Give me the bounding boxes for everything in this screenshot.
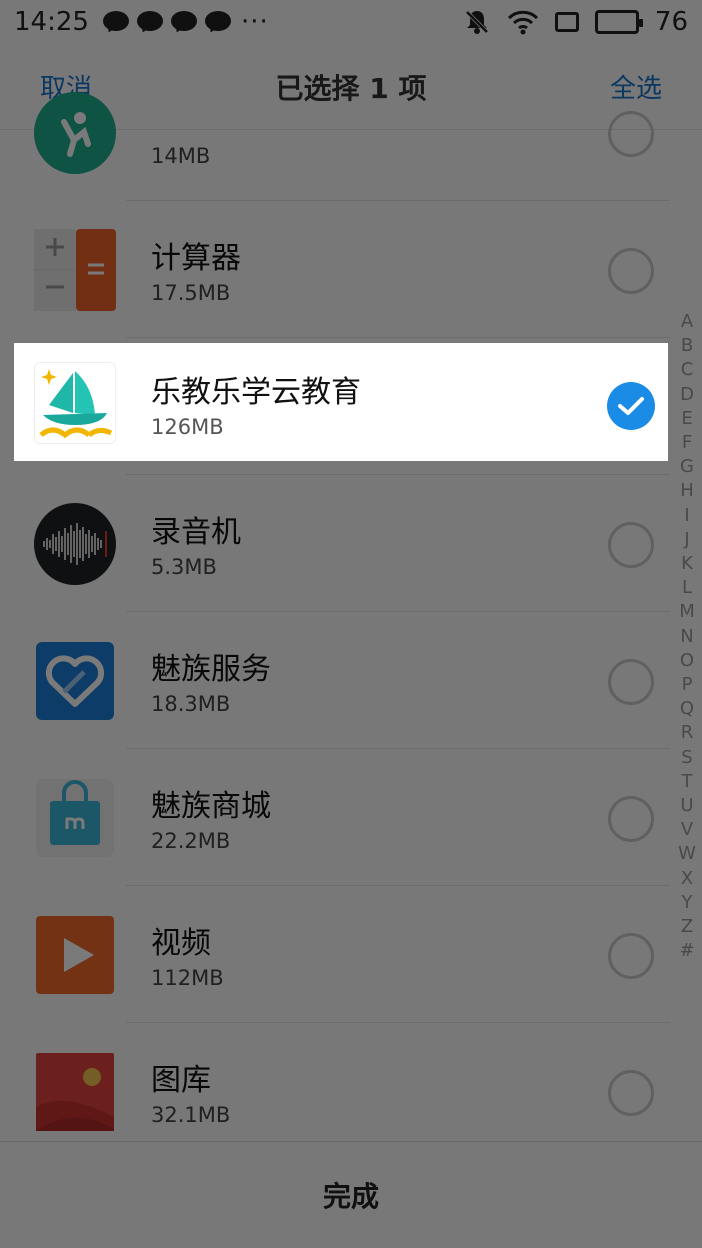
wifi-icon <box>507 9 539 35</box>
alphabet-letter[interactable]: U <box>680 794 693 818</box>
app-list-item[interactable]: 魅族商城 22.2MB <box>0 749 702 886</box>
bottom-bar: 完成 <box>0 1141 702 1248</box>
alphabet-letter[interactable]: Q <box>680 697 694 721</box>
more-notifications-icon: ··· <box>240 7 269 37</box>
alphabet-letter[interactable]: I <box>684 504 689 528</box>
alphabet-index[interactable]: A B C D E F G H I J K L M N O P Q R S T U V W X Y Z # <box>676 310 698 963</box>
alphabet-letter[interactable]: R <box>681 721 694 745</box>
app-list-item[interactable]: 视频 112MB <box>0 886 702 1023</box>
alphabet-letter[interactable]: X <box>681 867 693 891</box>
app-list-item[interactable]: 计算器 17.5MB <box>0 201 702 338</box>
app-name: 计算器 <box>151 241 241 276</box>
play-icon <box>34 914 116 996</box>
app-list-item[interactable]: 14MB <box>0 64 702 201</box>
app-list-item[interactable]: 魅族服务 18.3MB <box>0 612 702 749</box>
heart-icon <box>34 640 116 722</box>
recorder-icon <box>34 503 116 585</box>
status-bar: 14:25 ··· 76 <box>0 0 702 44</box>
app-size: 32.1MB <box>151 1103 231 1127</box>
alphabet-letter[interactable]: P <box>682 673 693 697</box>
alphabet-letter[interactable]: H <box>680 479 694 503</box>
sim-icon <box>554 12 579 32</box>
app-name: 录音机 <box>151 515 241 550</box>
alphabet-letter[interactable]: J <box>684 528 689 552</box>
gallery-icon <box>34 1051 116 1133</box>
app-name: 图库 <box>151 1063 211 1098</box>
alphabet-letter[interactable]: # <box>679 939 694 963</box>
app-name: 魅族商城 <box>151 789 271 824</box>
alphabet-letter[interactable]: T <box>682 770 693 794</box>
status-right: 76 <box>463 7 688 37</box>
select-radio[interactable] <box>608 1070 654 1116</box>
select-radio[interactable] <box>608 522 654 568</box>
select-radio[interactable] <box>608 796 654 842</box>
alphabet-letter[interactable]: L <box>682 576 692 600</box>
app-size: 5.3MB <box>151 555 217 579</box>
app-name: 魅族服务 <box>151 652 271 687</box>
app-name: 乐教乐学云教育 <box>151 375 361 410</box>
battery-level: 76 <box>654 7 688 37</box>
alphabet-letter[interactable]: V <box>681 818 693 842</box>
app-size: 17.5MB <box>151 281 231 305</box>
app-name: 视频 <box>151 926 211 961</box>
app-size: 14MB <box>151 144 211 168</box>
select-radio[interactable] <box>608 659 654 705</box>
app-size: 112MB <box>151 966 224 990</box>
app-list-item[interactable]: 图库 32.1MB <box>0 1023 702 1160</box>
selected-app-item[interactable]: 乐教乐学云教育 126MB <box>14 343 668 461</box>
alphabet-letter[interactable]: B <box>681 334 693 358</box>
alphabet-letter[interactable]: S <box>681 746 692 770</box>
alphabet-letter[interactable]: W <box>678 842 696 866</box>
sailboat-icon <box>34 362 116 444</box>
alphabet-letter[interactable]: K <box>681 552 693 576</box>
app-size: 22.2MB <box>151 829 231 853</box>
alphabet-letter[interactable]: E <box>681 407 692 431</box>
alphabet-letter[interactable]: A <box>681 310 693 334</box>
message-icon <box>170 11 197 33</box>
done-button[interactable]: 完成 <box>323 1175 379 1215</box>
message-icon <box>136 11 163 33</box>
app-list-item[interactable]: 录音机 5.3MB <box>0 475 702 612</box>
alphabet-letter[interactable]: M <box>679 600 695 624</box>
alphabet-letter[interactable]: D <box>680 383 694 407</box>
app-size: 126MB <box>151 415 224 439</box>
mute-icon <box>463 8 491 36</box>
checkmark-icon[interactable] <box>607 382 655 430</box>
status-time: 14:25 <box>14 7 89 37</box>
alphabet-letter[interactable]: C <box>681 358 694 382</box>
alphabet-letter[interactable]: N <box>680 625 693 649</box>
app-size: 18.3MB <box>151 692 231 716</box>
alphabet-letter[interactable]: O <box>680 649 694 673</box>
alphabet-letter[interactable]: G <box>680 455 694 479</box>
alphabet-letter[interactable]: F <box>682 431 692 455</box>
calculator-icon <box>34 229 116 311</box>
alphabet-letter[interactable]: Z <box>681 915 693 939</box>
battery-icon <box>594 10 643 34</box>
fitness-icon <box>34 92 116 174</box>
select-radio[interactable] <box>608 933 654 979</box>
message-icon <box>102 11 129 33</box>
alphabet-letter[interactable]: Y <box>682 891 693 915</box>
message-icon <box>204 11 231 33</box>
shopping-bag-icon <box>34 777 116 859</box>
notification-icons: ··· <box>102 7 269 37</box>
select-radio[interactable] <box>608 111 654 157</box>
select-radio[interactable] <box>608 248 654 294</box>
